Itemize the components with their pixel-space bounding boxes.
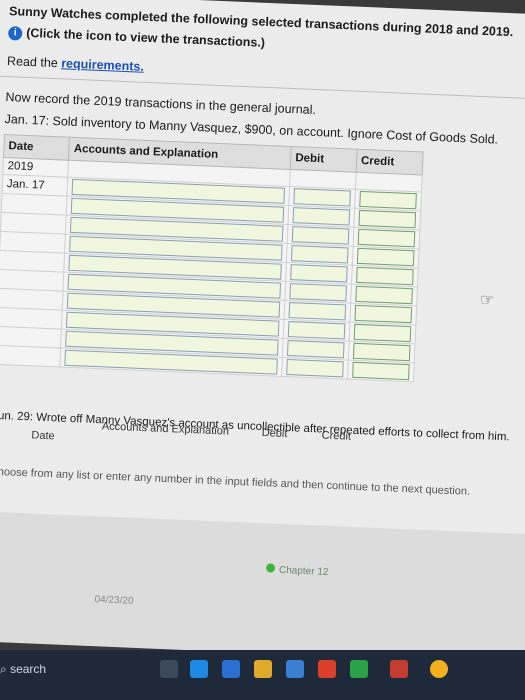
credit-input[interactable] — [359, 190, 417, 210]
status-dot-icon — [265, 563, 276, 573]
credit-cell — [347, 360, 415, 382]
folder-icon[interactable] — [254, 660, 272, 678]
credit-input[interactable] — [356, 247, 415, 267]
mini-col-debit: Debit — [261, 427, 288, 441]
debit-input[interactable] — [286, 359, 344, 378]
photo-stage: Sunny Watches completed the following se… — [0, 0, 525, 700]
credit-input[interactable] — [352, 342, 411, 362]
debit-cell — [281, 357, 349, 380]
debit-input[interactable] — [290, 264, 348, 283]
mini-col-date: Date — [31, 429, 55, 443]
empty-cell — [0, 269, 65, 292]
read-requirements: Read the requirements. — [7, 54, 144, 74]
footer-bar — [0, 509, 525, 667]
empty-cell — [0, 307, 63, 330]
chapter-label: Chapter 12 — [278, 564, 329, 578]
debit-input[interactable] — [291, 226, 350, 245]
col-date: Date — [3, 134, 70, 161]
choose-hint: Choose from any list or enter any number… — [0, 465, 471, 498]
taskbar-search[interactable]: ⌕ search — [0, 662, 46, 677]
empty-cell — [0, 326, 62, 349]
credit-input[interactable] — [357, 228, 416, 248]
chapter-tab[interactable]: Chapter 12 — [265, 563, 329, 578]
credit-input[interactable] — [353, 323, 412, 343]
debit-input[interactable] — [288, 302, 346, 321]
excel-icon[interactable] — [350, 660, 368, 678]
jun29-instruction: Jun. 29: Wrote off Manny Vasquez's accou… — [0, 409, 510, 444]
transactions-link[interactable]: i (Click the icon to view the transaction… — [7, 25, 266, 50]
col-debit: Debit — [290, 146, 357, 173]
credit-input[interactable] — [355, 266, 414, 286]
mouse-pointer-icon: ☞ — [480, 292, 495, 309]
store-icon[interactable] — [222, 660, 240, 678]
debit-input[interactable] — [291, 245, 349, 264]
office-icon[interactable] — [318, 660, 336, 678]
empty-cell — [0, 288, 64, 311]
screen: Sunny Watches completed the following se… — [0, 0, 525, 667]
read-prefix: Read the — [6, 54, 59, 71]
transactions-link-label: (Click the icon to view the transactions… — [25, 25, 266, 50]
empty-cell — [0, 345, 61, 368]
mail-icon[interactable] — [286, 660, 304, 678]
credit-input[interactable] — [355, 285, 413, 305]
chrome-icon[interactable] — [430, 660, 448, 678]
record-instruction: Now record the 2019 transactions in the … — [5, 90, 317, 118]
debit-input[interactable] — [287, 340, 345, 359]
credit-input[interactable] — [351, 361, 410, 381]
mini-col-credit: Credit — [321, 429, 352, 443]
col-credit: Credit — [355, 149, 424, 176]
credit-input[interactable] — [358, 209, 417, 229]
debit-input[interactable] — [293, 188, 351, 207]
debit-input[interactable] — [289, 283, 347, 302]
media-icon[interactable] — [390, 660, 408, 678]
debit-input[interactable] — [287, 321, 346, 340]
credit-input[interactable] — [354, 304, 413, 324]
date-stamp: 04/23/20 — [94, 594, 134, 607]
requirements-link[interactable]: requirements. — [61, 56, 144, 73]
info-icon[interactable]: i — [7, 25, 23, 41]
edge-icon[interactable] — [190, 660, 208, 678]
search-label: search — [10, 662, 47, 676]
journal-table: Date Accounts and Explanation Debit Cred… — [0, 134, 424, 382]
debit-input[interactable] — [292, 207, 350, 226]
task-view-icon[interactable] — [160, 660, 178, 678]
